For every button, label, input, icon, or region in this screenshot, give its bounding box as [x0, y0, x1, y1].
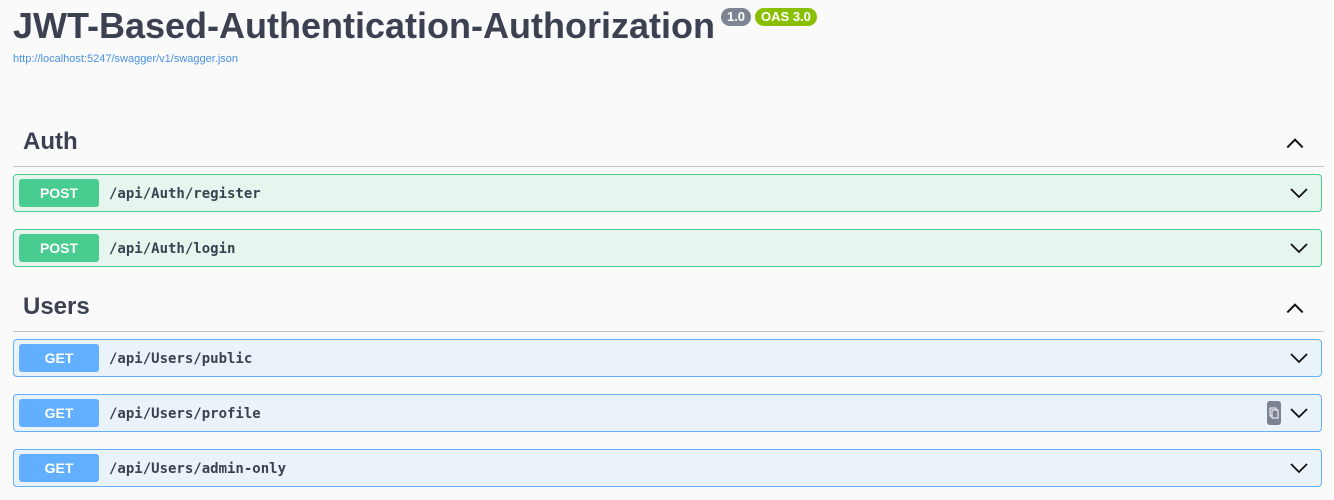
api-info: JWT-Based-Authentication-Authorization 1…	[13, 0, 817, 66]
tag-header-auth[interactable]: Auth	[13, 118, 1324, 167]
tag-name-auth: Auth	[23, 128, 78, 155]
operation-post-auth-login[interactable]: POST /api/Auth/login	[13, 229, 1322, 267]
chevron-down-icon[interactable]	[1289, 238, 1309, 258]
chevron-down-icon[interactable]	[1289, 348, 1309, 368]
method-badge: POST	[19, 179, 99, 207]
operation-path: /api/Users/public	[109, 351, 253, 367]
version-badge: 1.0	[720, 8, 752, 26]
chevron-down-icon[interactable]	[1289, 458, 1309, 478]
operation-post-auth-register[interactable]: POST /api/Auth/register	[13, 174, 1322, 212]
method-badge: GET	[19, 344, 99, 372]
method-badge: GET	[19, 399, 99, 427]
oas-version-badge: OAS 3.0	[755, 8, 817, 26]
method-badge: GET	[19, 454, 99, 482]
tag-section-users: Users	[13, 283, 1324, 332]
chevron-down-icon[interactable]	[1289, 403, 1309, 423]
operation-path: /api/Users/admin-only	[109, 461, 287, 477]
api-title: JWT-Based-Authentication-Authorization	[13, 5, 715, 46]
tag-section-auth: Auth	[13, 118, 1324, 167]
chevron-down-icon[interactable]	[1289, 183, 1309, 203]
operation-get-users-admin-only[interactable]: GET /api/Users/admin-only	[13, 449, 1322, 487]
operation-path: /api/Auth/login	[109, 241, 236, 257]
method-badge: POST	[19, 234, 99, 262]
operation-get-users-profile[interactable]: GET /api/Users/profile	[13, 394, 1322, 432]
version-badges: 1.0 OAS 3.0	[720, 8, 817, 26]
chevron-up-icon[interactable]	[1284, 132, 1306, 154]
swagger-json-link[interactable]: http://localhost:5247/swagger/v1/swagger…	[13, 52, 817, 66]
copy-to-clipboard-icon[interactable]	[1267, 401, 1281, 425]
tag-header-users[interactable]: Users	[13, 283, 1324, 332]
operation-path: /api/Users/profile	[109, 406, 261, 422]
title-row: JWT-Based-Authentication-Authorization 1…	[13, 0, 817, 52]
operation-get-users-public[interactable]: GET /api/Users/public	[13, 339, 1322, 377]
operation-path: /api/Auth/register	[109, 186, 261, 202]
tag-name-users: Users	[23, 293, 90, 320]
chevron-up-icon[interactable]	[1284, 297, 1306, 319]
